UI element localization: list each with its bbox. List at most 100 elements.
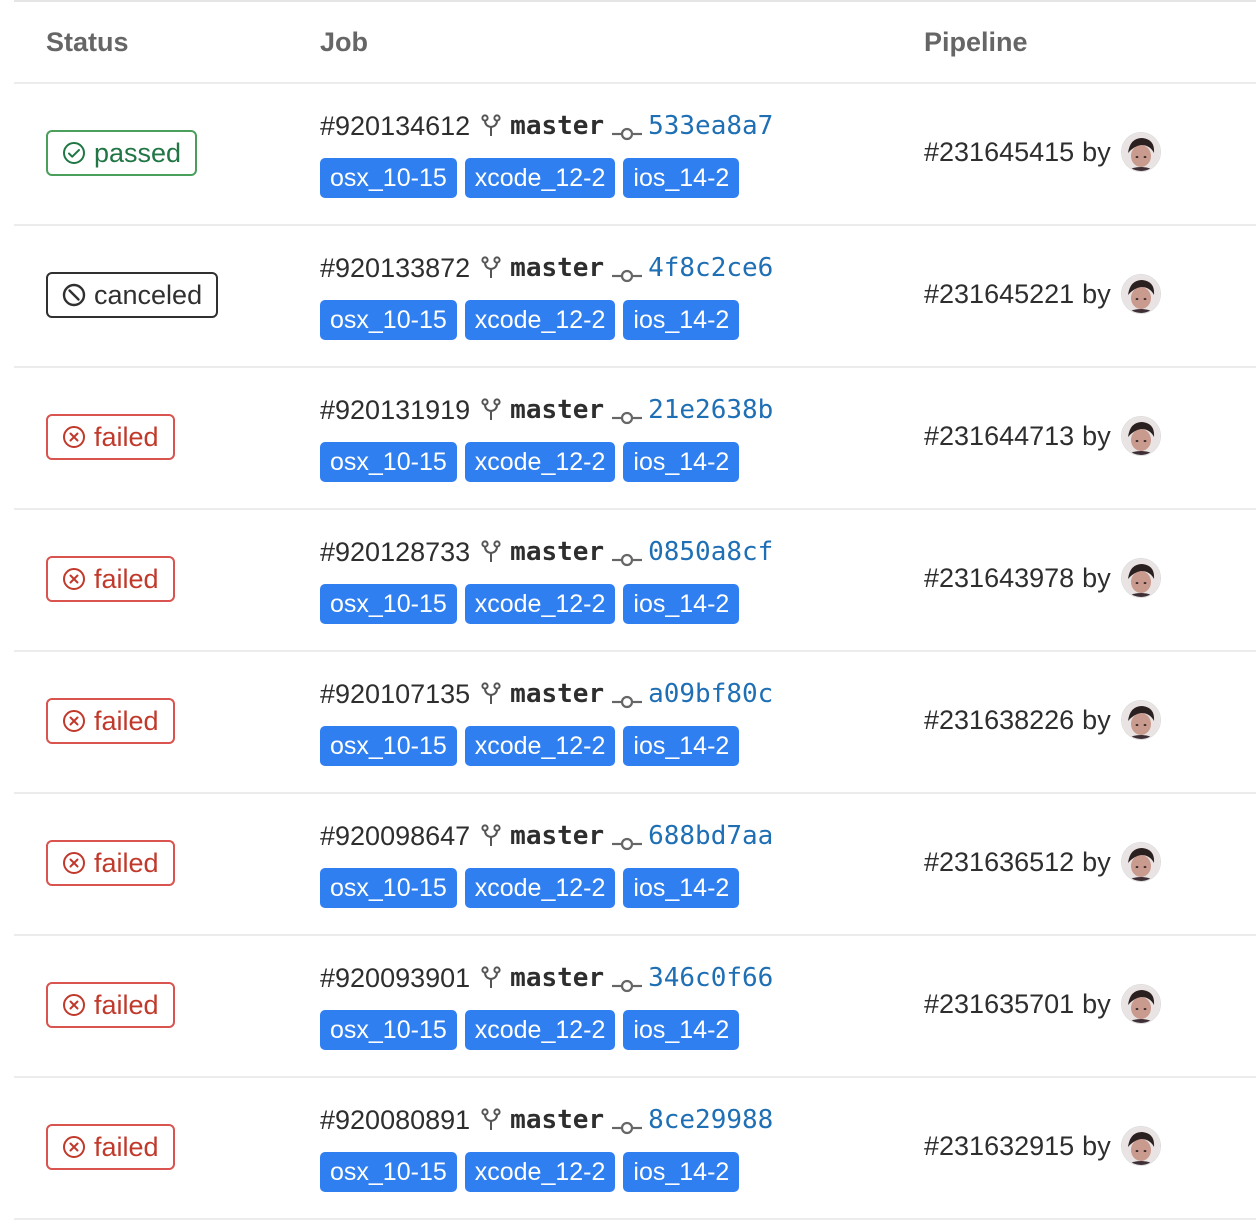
tag-badge: ios_14-2 (623, 1010, 740, 1050)
pipeline-id-link[interactable]: #231643978 (924, 563, 1074, 594)
user-avatar[interactable] (1120, 132, 1161, 172)
job-id-link[interactable]: #920134612 (320, 111, 470, 142)
commit-sha-link[interactable]: 21e2638b (648, 395, 773, 425)
table-row: failed #920080891 master 8ce29988 osx_10-15 x… (14, 1078, 1256, 1220)
job-id-link[interactable]: #920080891 (320, 1105, 470, 1136)
user-avatar[interactable] (1120, 274, 1161, 314)
job-tags: osx_10-15 xcode_12-2 ios_14-2 (320, 726, 773, 766)
job-info: #920107135 master a09bf80c (320, 676, 773, 712)
commit-sha-link[interactable]: 0850a8cf (648, 537, 773, 567)
tag-badge: ios_14-2 (623, 158, 740, 198)
pipeline-id-link[interactable]: #231635701 (924, 989, 1074, 1020)
job-cell: #920080891 master 8ce29988 osx_10-15 xcode_1… (320, 1102, 773, 1192)
job-id-link[interactable]: #920098647 (320, 821, 470, 852)
status-badge-failed[interactable]: failed (46, 840, 175, 886)
status-cell: failed (46, 698, 175, 744)
status-label: passed (94, 137, 182, 168)
job-id-link[interactable]: #920107135 (320, 679, 470, 710)
pipeline-id-link[interactable]: #231632915 (924, 1131, 1074, 1162)
table-row: canceled #920133872 master 4f8c2ce6 osx_10-1… (14, 226, 1256, 368)
branch-link[interactable]: master (510, 821, 604, 851)
status-badge-passed[interactable]: passed (46, 130, 198, 176)
user-avatar[interactable] (1120, 842, 1161, 882)
job-tags: osx_10-15 xcode_12-2 ios_14-2 (320, 1010, 773, 1050)
job-id-link[interactable]: #920131919 (320, 395, 470, 426)
status-badge-canceled[interactable]: canceled (46, 272, 219, 318)
branch-icon (480, 681, 502, 707)
table-row: failed #920107135 master a09bf80c osx_10-15 x… (14, 652, 1256, 794)
status-badge-failed[interactable]: failed (46, 414, 175, 460)
tag-badge: xcode_12-2 (464, 726, 616, 766)
pipeline-id-link[interactable]: #231638226 (924, 705, 1074, 736)
status-label: canceled (94, 279, 203, 310)
branch-link[interactable]: master (510, 253, 604, 283)
table-header: Status Job Pipeline (14, 2, 1256, 84)
tag-badge: ios_14-2 (623, 300, 740, 340)
commit-icon (612, 402, 643, 425)
job-id-link[interactable]: #920133872 (320, 253, 470, 284)
user-avatar[interactable] (1120, 700, 1161, 740)
branch-link[interactable]: master (510, 679, 604, 709)
commit-sha-link[interactable]: 8ce29988 (648, 1105, 773, 1135)
branch-icon (480, 823, 502, 849)
tag-badge: xcode_12-2 (464, 1152, 616, 1192)
user-avatar[interactable] (1120, 416, 1161, 456)
status-cell: canceled (46, 272, 219, 318)
job-id-link[interactable]: #920093901 (320, 963, 470, 994)
commit-icon (612, 1112, 643, 1135)
commit-sha-link[interactable]: 533ea8a7 (648, 111, 773, 141)
status-badge-failed[interactable]: failed (46, 1124, 175, 1170)
job-cell: #920133872 master 4f8c2ce6 osx_10-15 xcode_1… (320, 250, 773, 340)
tag-badge: xcode_12-2 (464, 584, 616, 624)
pipeline-cell: #231645415 by (924, 132, 1161, 172)
tag-badge: ios_14-2 (623, 868, 740, 908)
commit-sha-link[interactable]: 688bd7aa (648, 821, 773, 851)
branch-link[interactable]: master (510, 963, 604, 993)
status-column-header: Status (46, 27, 129, 57)
branch-icon (480, 965, 502, 991)
user-avatar[interactable] (1120, 984, 1161, 1024)
by-label: by (1082, 846, 1111, 877)
pipeline-cell: #231643978 by (924, 558, 1161, 598)
job-cell: #920107135 master a09bf80c osx_10-15 xcode_1… (320, 676, 773, 766)
user-avatar[interactable] (1120, 558, 1161, 598)
table-row: failed #920128733 master 0850a8cf osx_10-15 x… (14, 510, 1256, 652)
job-id-link[interactable]: #920128733 (320, 537, 470, 568)
status-badge-failed[interactable]: failed (46, 982, 175, 1028)
jobs-table: Status Job Pipeline passed #920134612 mast… (14, 2, 1256, 1220)
tag-badge: xcode_12-2 (464, 442, 616, 482)
tag-badge: osx_10-15 (320, 1152, 457, 1192)
branch-link[interactable]: master (510, 395, 604, 425)
job-cell: #920128733 master 0850a8cf osx_10-15 xcode_1… (320, 534, 773, 624)
by-label: by (1082, 136, 1111, 167)
branch-link[interactable]: master (510, 537, 604, 567)
table-row: failed #920131919 master 21e2638b osx_10-15 x… (14, 368, 1256, 510)
commit-sha-link[interactable]: 4f8c2ce6 (648, 253, 773, 283)
commit-sha-link[interactable]: a09bf80c (648, 679, 773, 709)
status-badge-failed[interactable]: failed (46, 556, 175, 602)
commit-sha-link[interactable]: 346c0f66 (648, 963, 773, 993)
pipeline-id-link[interactable]: #231645415 (924, 137, 1074, 168)
user-avatar[interactable] (1120, 1126, 1161, 1166)
table-row: failed #920098647 master 688bd7aa osx_10-15 x… (14, 794, 1256, 936)
branch-link[interactable]: master (510, 1105, 604, 1135)
by-label: by (1082, 988, 1111, 1019)
pipeline-id-link[interactable]: #231636512 (924, 847, 1074, 878)
x-circle-icon (62, 425, 86, 449)
pipeline-cell: #231636512 by (924, 842, 1161, 882)
tag-badge: osx_10-15 (320, 158, 457, 198)
tag-badge: ios_14-2 (623, 1152, 740, 1192)
tag-badge: ios_14-2 (623, 442, 740, 482)
commit-icon (612, 118, 643, 141)
pipeline-id-link[interactable]: #231644713 (924, 421, 1074, 452)
by-label: by (1082, 1130, 1111, 1161)
pipeline-id-link[interactable]: #231645221 (924, 279, 1074, 310)
job-cell: #920098647 master 688bd7aa osx_10-15 xcode_1… (320, 818, 773, 908)
branch-link[interactable]: master (510, 111, 604, 141)
tag-badge: osx_10-15 (320, 1010, 457, 1050)
tag-badge: ios_14-2 (623, 584, 740, 624)
status-badge-failed[interactable]: failed (46, 698, 175, 744)
tag-badge: ios_14-2 (623, 726, 740, 766)
table-body: passed #920134612 master 533ea8a7 osx_10-15 x… (14, 84, 1256, 1220)
status-cell: failed (46, 840, 175, 886)
